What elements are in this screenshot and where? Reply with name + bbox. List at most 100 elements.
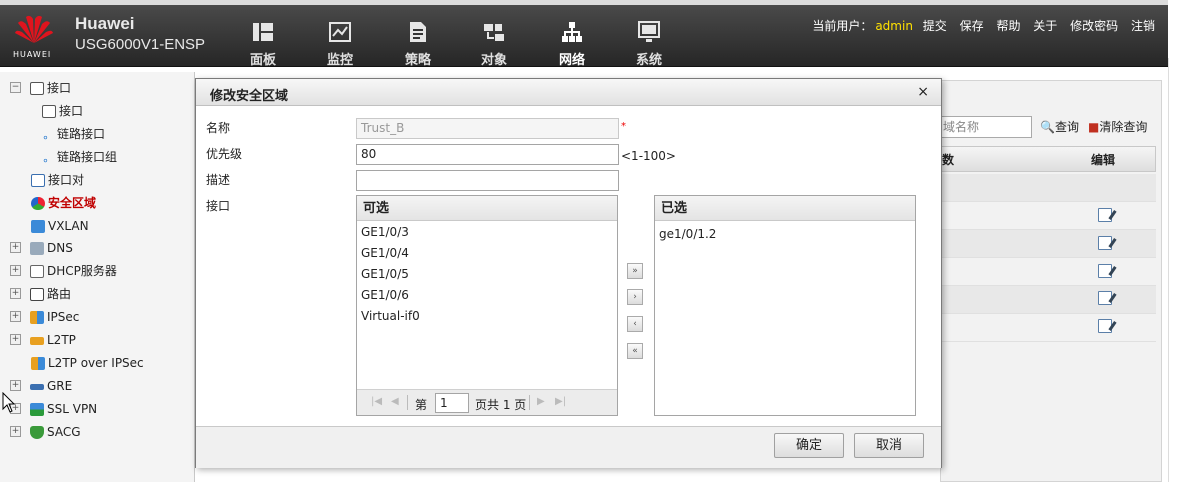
tree-item-dhcp-server[interactable]: + DHCP服务器 (10, 261, 117, 281)
expand-icon[interactable]: + (10, 288, 21, 299)
submit-link[interactable]: 提交 (920, 19, 950, 33)
priority-range-hint: <1-100> (621, 149, 676, 163)
next-page-icon[interactable]: ▶ (537, 396, 545, 407)
available-interfaces-list: 可选 GE1/0/3 GE1/0/4 GE1/0/5 GE1/0/6 Virtu… (356, 195, 618, 416)
page-total: 页共 1 页 (475, 398, 527, 412)
interface-icon (30, 82, 44, 95)
nav-monitor[interactable]: 监控 (310, 20, 370, 72)
sacg-icon (30, 426, 44, 439)
nav-system[interactable]: 系统 (619, 20, 679, 72)
link-interface-group-icon: ∘ (42, 154, 49, 167)
tree-item-ssl-vpn[interactable]: + SSL VPN (10, 399, 97, 419)
logout-link[interactable]: 注销 (1128, 19, 1158, 33)
edit-icon[interactable] (1098, 236, 1112, 250)
name-field: Trust_B (356, 118, 619, 139)
dialog-titlebar[interactable]: 修改安全区域 × (196, 79, 941, 106)
collapse-icon[interactable]: − (10, 82, 21, 93)
dns-icon (30, 242, 44, 255)
tree-item-l2tp-over-ipsec[interactable]: L2TP over IPSec (31, 353, 144, 373)
list-item[interactable]: GE1/0/6 (357, 285, 617, 306)
nav-dashboard[interactable]: 面板 (233, 20, 293, 72)
top-header: HUAWEI Huawei USG6000V1-ENSP 面板 监控 策略 对象… (0, 0, 1168, 68)
close-icon[interactable]: × (917, 84, 929, 100)
ssl-vpn-icon (30, 403, 44, 416)
edit-icon[interactable] (1098, 291, 1112, 305)
help-link[interactable]: 帮助 (993, 19, 1023, 33)
logo-wordmark: HUAWEI (13, 50, 52, 59)
expand-icon[interactable]: + (10, 380, 21, 391)
selected-list-header: 已选 (655, 196, 915, 221)
tree-item-dns[interactable]: + DNS (10, 238, 73, 258)
expand-icon[interactable]: + (10, 242, 21, 253)
route-icon (30, 288, 44, 301)
tree-item-security-zone[interactable]: 安全区域 (31, 193, 96, 213)
change-password-link[interactable]: 修改密码 (1067, 19, 1121, 33)
expand-icon[interactable]: + (10, 426, 21, 437)
first-page-icon[interactable]: |◀ (371, 396, 382, 407)
tree-item-interface-pair[interactable]: 接口对 (31, 170, 84, 190)
ok-button[interactable]: 确定 (774, 433, 844, 458)
page-number-input[interactable]: 1 (435, 393, 469, 413)
tree-item-link-interface[interactable]: ∘ 链路接口 (42, 124, 105, 144)
expand-icon[interactable]: + (10, 265, 21, 276)
edit-icon[interactable] (1098, 319, 1112, 333)
add-selected-button[interactable]: › (627, 289, 643, 305)
interface-pair-icon (31, 174, 45, 187)
mouse-cursor-icon (2, 392, 16, 413)
query-button[interactable]: 🔍查询 (1040, 118, 1079, 135)
monitor-icon (329, 22, 351, 42)
clear-icon: ■ (1088, 120, 1100, 134)
edit-icon[interactable] (1098, 264, 1112, 278)
remove-all-button[interactable]: « (627, 343, 643, 359)
nav-object[interactable]: 对象 (464, 20, 524, 72)
add-all-button[interactable]: » (627, 263, 643, 279)
list-item[interactable]: ge1/0/1.2 (655, 224, 915, 245)
expand-icon[interactable]: + (10, 334, 21, 345)
list-item[interactable]: GE1/0/5 (357, 264, 617, 285)
remove-selected-button[interactable]: ‹ (627, 316, 643, 332)
tree-item-l2tp[interactable]: + L2TP (10, 330, 76, 350)
tree-item-interface-child[interactable]: 接口 (42, 101, 83, 121)
cancel-button[interactable]: 取消 (854, 433, 924, 458)
zone-search-input[interactable]: 域名称 (940, 116, 1032, 138)
search-icon: 🔍 (1040, 120, 1055, 134)
list-item[interactable]: GE1/0/3 (357, 222, 617, 243)
prev-page-icon[interactable]: ◀ (391, 396, 399, 407)
tree-item-gre[interactable]: + GRE (10, 376, 72, 396)
dhcp-server-icon (30, 265, 44, 278)
last-page-icon[interactable]: ▶| (555, 396, 566, 407)
pager-divider (407, 395, 408, 410)
required-marker: * (621, 121, 626, 132)
nav-policy[interactable]: 策略 (388, 20, 448, 72)
current-user-label: 当前用户： (812, 19, 873, 33)
interface-label: 接口 (206, 199, 231, 213)
l2tp-icon (30, 336, 44, 345)
column-header-edit: 编辑 (1091, 153, 1116, 167)
priority-field[interactable]: 80 (356, 144, 619, 165)
system-icon (638, 21, 660, 42)
edit-icon[interactable] (1098, 208, 1112, 222)
save-link[interactable]: 保存 (957, 19, 987, 33)
tree-item-sacg[interactable]: + SACG (10, 422, 81, 442)
tree-item-link-interface-group[interactable]: ∘ 链路接口组 (42, 147, 117, 167)
tree-item-interface[interactable]: − 接口 (10, 78, 71, 98)
list-item[interactable]: Virtual-if0 (357, 306, 617, 327)
tree-item-vxlan[interactable]: VXLAN (31, 216, 89, 236)
link-interface-icon: ∘ (42, 131, 49, 144)
name-label: 名称 (206, 121, 231, 135)
dialog-title: 修改安全区域 (210, 89, 289, 104)
tree-item-route[interactable]: + 路由 (10, 284, 71, 304)
nav-network[interactable]: 网络 (542, 20, 602, 72)
user-links: 当前用户： admin 提交 保存 帮助 关于 修改密码 注销 (809, 17, 1158, 34)
description-field[interactable] (356, 170, 619, 191)
huawei-logo-icon (15, 15, 53, 43)
tree-item-ipsec[interactable]: + IPSec (10, 307, 79, 327)
list-item[interactable]: GE1/0/4 (357, 243, 617, 264)
expand-icon[interactable]: + (10, 311, 21, 322)
table-row (940, 314, 1156, 342)
about-link[interactable]: 关于 (1030, 19, 1060, 33)
network-icon (562, 22, 582, 42)
clear-query-button[interactable]: ■清除查询 (1088, 118, 1147, 135)
page-scrollbar[interactable] (1168, 58, 1178, 482)
gre-icon (30, 383, 44, 390)
